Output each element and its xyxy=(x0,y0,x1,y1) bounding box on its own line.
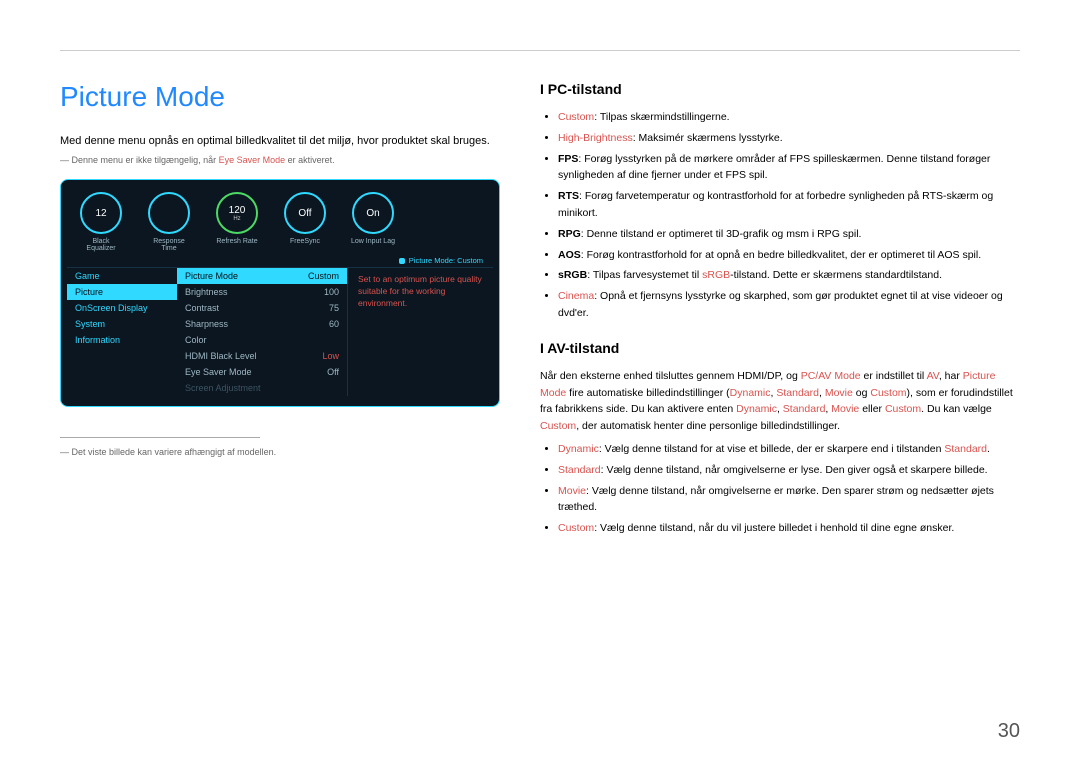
osd-gauges: 12Black Equalizer Response Time 120HzRefre… xyxy=(67,186,493,252)
list-item: Cinema: Opnå et fjernsyns lysstyrke og s… xyxy=(558,288,1020,322)
gauge-circle: 12 xyxy=(80,192,122,234)
osd-sub-row[interactable]: Brightness100 xyxy=(177,284,347,300)
list-item: Standard: Vælg denne tilstand, når omgiv… xyxy=(558,462,1020,479)
osd-description: Set to an optimum picture quality suitab… xyxy=(347,268,493,396)
osd-crumb: Picture Mode: Custom xyxy=(67,252,493,267)
osd-sub-row[interactable]: Picture ModeCustom xyxy=(177,268,347,284)
gauge: Response Time xyxy=(145,192,193,252)
gauge: OnLow Input Lag xyxy=(349,192,397,252)
gauge-circle: On xyxy=(352,192,394,234)
list-item: Movie: Vælg denne tilstand, når omgivels… xyxy=(558,483,1020,517)
list-item: RTS: Forøg farvetemperatur og kontrastfo… xyxy=(558,188,1020,222)
gauge: 12Black Equalizer xyxy=(77,192,125,252)
osd-sub-row[interactable]: Eye Saver ModeOff xyxy=(177,364,347,380)
gauge: 120HzRefresh Rate xyxy=(213,192,261,252)
osd-menu-item[interactable]: Information xyxy=(67,332,177,348)
osd-submenu: Picture ModeCustomBrightness100Contrast7… xyxy=(177,268,347,396)
osd-sub-row[interactable]: Sharpness60 xyxy=(177,316,347,332)
osd-sub-row: Screen Adjustment xyxy=(177,380,347,396)
gauge-circle: 120Hz xyxy=(216,192,258,234)
footnote: ― Det viste billede kan variere afhængig… xyxy=(60,446,500,460)
list-item: High-Brightness: Maksimér skærmens lysst… xyxy=(558,130,1020,147)
list-item: Custom: Vælg denne tilstand, når du vil … xyxy=(558,520,1020,537)
osd-menu-item[interactable]: System xyxy=(67,316,177,332)
list-item: RPG: Denne tilstand er optimeret til 3D-… xyxy=(558,226,1020,243)
osd-panel: 12Black Equalizer Response Time 120HzRefre… xyxy=(60,179,500,407)
osd-menu-item[interactable]: OnScreen Display xyxy=(67,300,177,316)
osd-menu: GamePictureOnScreen DisplaySystemInforma… xyxy=(67,268,177,396)
pc-list: Custom: Tilpas skærmindstillingerne. High… xyxy=(540,109,1020,322)
osd-sub-row[interactable]: Color xyxy=(177,332,347,348)
page-number: 30 xyxy=(998,720,1020,743)
osd-sub-row[interactable]: Contrast75 xyxy=(177,300,347,316)
gauge: OffFreeSync xyxy=(281,192,329,252)
av-heading: I AV-tilstand xyxy=(540,340,1020,356)
osd-menu-item[interactable]: Picture xyxy=(67,284,177,300)
intro-text: Med denne menu opnås en optimal billedkv… xyxy=(60,133,500,150)
osd-menu-item[interactable]: Game xyxy=(67,268,177,284)
page-title: Picture Mode xyxy=(60,81,500,113)
gauge-circle xyxy=(148,192,190,234)
av-list: Dynamic: Vælg denne tilstand for at vise… xyxy=(540,441,1020,537)
list-item: AOS: Forøg kontrastforhold for at opnå e… xyxy=(558,247,1020,264)
list-item: Dynamic: Vælg denne tilstand for at vise… xyxy=(558,441,1020,458)
list-item: FPS: Forøg lysstyrken på de mørkere områ… xyxy=(558,151,1020,185)
gauge-circle: Off xyxy=(284,192,326,234)
list-item: sRGB: Tilpas farvesystemet til sRGB-tils… xyxy=(558,267,1020,284)
note-line: ― Denne menu er ikke tilgængelig, når Ey… xyxy=(60,154,500,168)
pc-heading: I PC-tilstand xyxy=(540,81,1020,97)
av-paragraph: Når den eksterne enhed tilsluttes gennem… xyxy=(540,368,1020,435)
osd-sub-row[interactable]: HDMI Black LevelLow xyxy=(177,348,347,364)
list-item: Custom: Tilpas skærmindstillingerne. xyxy=(558,109,1020,126)
